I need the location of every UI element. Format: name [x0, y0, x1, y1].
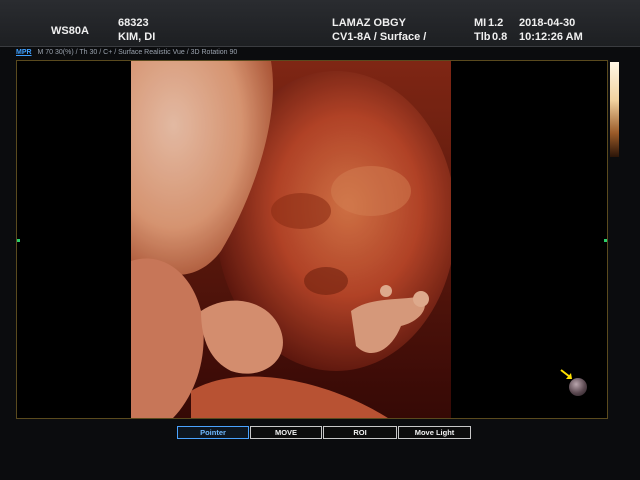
patient-id: 68323 — [118, 17, 149, 29]
tib-value: 0.8 — [492, 31, 508, 43]
device-model: WS80A — [51, 25, 89, 37]
patient-name: KIM, DI — [118, 31, 156, 43]
move-light-button[interactable]: Move Light — [398, 426, 471, 439]
exam-time: 10:12:26 AM — [519, 31, 583, 43]
3d-render-viewport[interactable] — [16, 60, 608, 419]
move-button[interactable]: MOVE — [250, 426, 322, 439]
fetal-3d-surface-render — [131, 61, 451, 418]
center-marker-left — [17, 239, 20, 242]
mi-label: MI — [474, 17, 487, 29]
light-source-sphere-icon[interactable] — [569, 378, 587, 396]
render-parameters-line: MPR M 70 30(%) / Th 30 / C+ / Surface Re… — [16, 47, 237, 59]
render-parameters: M 70 30(%) / Th 30 / C+ / Surface Realis… — [37, 49, 238, 56]
pointer-button[interactable]: Pointer — [177, 426, 249, 439]
mpr-tab[interactable]: MPR — [16, 49, 32, 56]
clinic-name: LAMAZ OBGY — [332, 17, 406, 29]
header-bar: WS80A 68323 KIM, DI LAMAZ OBGY CV1-8A / … — [0, 0, 640, 47]
probe-preset: CV1-8A / Surface / — [332, 31, 427, 43]
exam-date: 2018-04-30 — [519, 17, 576, 29]
center-marker-right — [604, 239, 607, 242]
mi-value: 1.2 — [488, 17, 504, 29]
roi-button[interactable]: ROI — [323, 426, 397, 439]
color-map-bar — [610, 62, 619, 157]
tib-label: Tlb — [474, 31, 491, 43]
